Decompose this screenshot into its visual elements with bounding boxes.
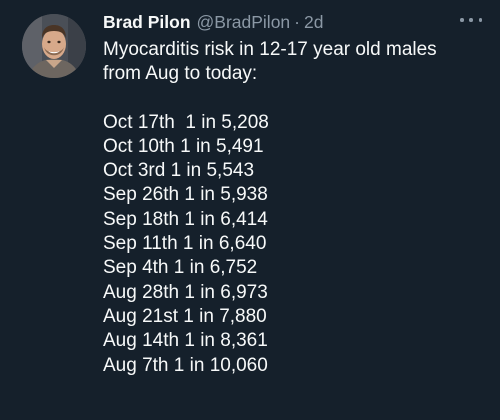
tweet[interactable]: Brad Pilon @BradPilon · 2d Myocarditis r… [0, 0, 500, 420]
more-options-icon[interactable] [460, 13, 482, 27]
tweet-intro-line: Myocarditis risk in 12-17 year old males [103, 39, 437, 60]
risk-entry: Oct 17th 1 in 5,208 [103, 111, 269, 133]
more-dot-icon [478, 18, 482, 22]
tweet-intro-line: from Aug to today: [103, 63, 258, 85]
risk-entry: Aug 21st 1 in 7,880 [103, 305, 267, 327]
risk-entry: Aug 14th 1 in 8,361 [103, 330, 268, 352]
risk-entry: Oct 3rd 1 in 5,543 [103, 160, 255, 182]
author-display-name[interactable]: Brad Pilon [103, 11, 191, 33]
avatar-photo-icon [22, 14, 86, 78]
risk-entry: Aug 7th 1 in 10,060 [103, 354, 268, 376]
author-handle[interactable]: @BradPilon [197, 11, 291, 33]
more-dot-icon [469, 18, 473, 22]
risk-entry: Sep 4th 1 in 6,752 [103, 257, 258, 279]
avatar[interactable] [22, 14, 86, 78]
risk-entry: Sep 18th 1 in 6,414 [103, 208, 268, 230]
tweet-header: Brad Pilon @BradPilon · 2d [103, 11, 323, 33]
risk-entry: Aug 28th 1 in 6,973 [103, 281, 268, 303]
risk-entry: Sep 11th 1 in 6,640 [103, 233, 267, 255]
risk-entry: Oct 10th 1 in 5,491 [103, 135, 264, 157]
header-separator: · [294, 12, 300, 32]
tweet-timestamp[interactable]: 2d [304, 11, 323, 33]
tweet-text: Myocarditis risk in 12-17 year old males… [103, 38, 483, 378]
more-dot-icon [460, 18, 464, 22]
risk-entry: Sep 26th 1 in 5,938 [103, 184, 268, 206]
